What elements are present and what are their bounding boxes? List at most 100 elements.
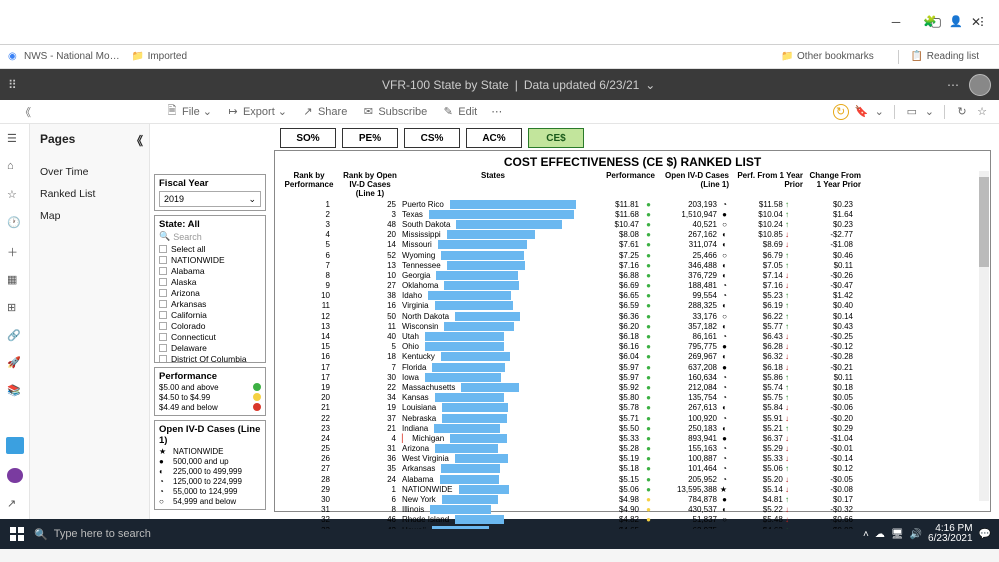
star-icon[interactable]: ☆ bbox=[975, 105, 989, 119]
table-row[interactable]: 1730Iowa$5.97●160,634◔$5.86 ↑$0.11 bbox=[277, 372, 988, 382]
dash-icon[interactable]: ▭ bbox=[905, 105, 919, 119]
hamburger-icon[interactable]: ☰ bbox=[7, 132, 22, 146]
page-nav-item[interactable]: Map bbox=[40, 205, 149, 227]
table-row[interactable]: 291NATIONWIDE$5.06●13,595,388★$5.14 ↓-$0… bbox=[277, 484, 988, 494]
table-row[interactable]: 1311Wisconsin$6.20●357,182◐$5.77 ↑$0.43 bbox=[277, 321, 988, 331]
metric-tab-ac[interactable]: AC% bbox=[466, 128, 522, 148]
state-checkbox-row[interactable]: NATIONWIDE bbox=[159, 254, 261, 265]
taskbar-search[interactable]: 🔍Type here to search bbox=[34, 528, 204, 541]
expand-icon[interactable]: ↗ bbox=[7, 497, 22, 511]
toolbar-file[interactable]: 🗎File⌄ bbox=[165, 105, 212, 119]
more-vert-icon[interactable]: ⋮ bbox=[973, 12, 991, 30]
page-nav-item[interactable]: Over Time bbox=[40, 161, 149, 183]
tray-volume-icon[interactable]: 🔊 bbox=[910, 529, 922, 540]
metric-tab-pe[interactable]: PE% bbox=[342, 128, 398, 148]
apps-icon[interactable]: ⊞ bbox=[7, 301, 22, 315]
table-row[interactable]: 177Florida$5.97●637,208●$6.18 ↓-$0.21 bbox=[277, 362, 988, 372]
metric-tab-so[interactable]: SO% bbox=[280, 128, 336, 148]
table-row[interactable]: 420Mississippi$8.08●267,162◐$10.85 ↓-$2.… bbox=[277, 230, 988, 240]
table-row[interactable]: 2237Nebraska$5.71●100,920◔$5.91 ↓-$0.20 bbox=[277, 413, 988, 423]
table-row[interactable]: 514Missouri$7.61●311,074◐$8.69 ↓-$1.08 bbox=[277, 240, 988, 250]
table-row[interactable]: 652Wyoming$7.25●25,466○$6.79 ↑$0.46 bbox=[277, 250, 988, 260]
profile-avatar-icon[interactable]: 👤 bbox=[947, 12, 965, 30]
toolbar-share[interactable]: ↗Share bbox=[301, 105, 347, 119]
add-icon[interactable]: ＋ bbox=[7, 244, 22, 259]
table-row[interactable]: 244▏Michigan$5.33●893,941●$6.37 ↓-$1.04 bbox=[277, 433, 988, 443]
metric-tab-ce[interactable]: CE$ bbox=[528, 128, 584, 148]
notifications-icon[interactable]: 💬 bbox=[979, 529, 991, 540]
start-button[interactable] bbox=[0, 527, 34, 541]
tray-cloud-icon[interactable]: ☁ bbox=[875, 529, 885, 540]
bookmark-reading-list[interactable]: 📋 Reading list bbox=[911, 50, 979, 64]
state-checkbox-row[interactable]: Select all bbox=[159, 243, 261, 254]
chevron-down-icon[interactable]: ⌄ bbox=[875, 105, 884, 118]
table-row[interactable]: 2034Kansas$5.80●135,754◔$5.75 ↑$0.05 bbox=[277, 393, 988, 403]
bookmark-other[interactable]: 📁 Other bookmarks bbox=[781, 50, 874, 64]
table-row[interactable]: 1440Utah$6.18●86,161◔$6.43 ↓-$0.25 bbox=[277, 331, 988, 341]
table-row[interactable]: 3246Rhode Island$4.82●51,837○$5.48 ↓-$0.… bbox=[277, 515, 988, 525]
page-nav-item[interactable]: Ranked List bbox=[40, 183, 149, 205]
toolbar-export[interactable]: ↦Export⌄ bbox=[226, 105, 287, 119]
table-row[interactable]: 810Georgia$6.88●376,729◐$7.14 ↓-$0.26 bbox=[277, 270, 988, 280]
vertical-scrollbar[interactable] bbox=[979, 171, 989, 501]
workspace-icon[interactable] bbox=[6, 437, 24, 454]
metric-tab-cs[interactable]: CS% bbox=[404, 128, 460, 148]
state-search-input[interactable]: 🔍Search bbox=[159, 230, 261, 243]
rocket-icon[interactable]: 🚀 bbox=[7, 356, 22, 370]
collapse-pages-icon[interactable]: 《 bbox=[131, 132, 143, 149]
chevron-down-icon[interactable]: ⌄ bbox=[925, 105, 934, 118]
table-row[interactable]: 1116Virginia$6.59●288,325◐$6.19 ↑$0.40 bbox=[277, 301, 988, 311]
pages-collapse-icon[interactable]: 《 bbox=[20, 104, 31, 120]
share-alt-icon[interactable]: 🔗 bbox=[7, 329, 22, 343]
bookmark-icon[interactable]: 🔖 bbox=[855, 105, 869, 119]
toolbar-more[interactable]: ⋯ bbox=[491, 105, 502, 118]
tray-network-icon[interactable]: 🖥 bbox=[891, 529, 904, 540]
table-row[interactable]: 1038Idaho$6.65●99,554◔$5.23 ↑$1.42 bbox=[277, 291, 988, 301]
waffle-drag-icon[interactable]: ⠿ bbox=[8, 78, 22, 92]
table-row[interactable]: 2531Arizona$5.28●155,163◔$5.29 ↓-$0.01 bbox=[277, 444, 988, 454]
table-row[interactable]: 155Ohio$6.16●795,775●$6.28 ↓-$0.12 bbox=[277, 342, 988, 352]
table-row[interactable]: 125Puerto Rico$11.81●203,193◔$11.58 ↑$0.… bbox=[277, 199, 988, 209]
state-checkbox-row[interactable]: Colorado bbox=[159, 320, 261, 331]
table-row[interactable]: 1250North Dakota$6.36●33,176○$6.22 ↑$0.1… bbox=[277, 311, 988, 321]
table-row[interactable]: 1922Massachusetts$5.92●212,084◔$5.74 ↑$0… bbox=[277, 382, 988, 392]
home-icon[interactable]: ⌂ bbox=[7, 160, 22, 174]
table-row[interactable]: 713Tennessee$7.16●346,488◐$7.05 ↑$0.11 bbox=[277, 260, 988, 270]
toolbar-subscribe[interactable]: ✉Subscribe bbox=[361, 105, 427, 119]
state-checkbox-row[interactable]: California bbox=[159, 309, 261, 320]
state-checkbox-row[interactable]: Arkansas bbox=[159, 298, 261, 309]
recent-icon[interactable]: 🕐 bbox=[7, 216, 22, 230]
bookmark-nws[interactable]: ◉ NWS - National Mo… bbox=[8, 51, 120, 63]
state-checkbox-row[interactable]: District Of Columbia bbox=[159, 353, 261, 363]
state-checkbox-row[interactable]: Alabama bbox=[159, 265, 261, 276]
table-row[interactable]: 23Texas$11.68●1,510,947●$10.04 ↑$1.64 bbox=[277, 209, 988, 219]
workspace2-icon[interactable] bbox=[7, 468, 23, 483]
refresh-icon[interactable]: ↻ bbox=[955, 105, 969, 119]
table-row[interactable]: 318Illinois$4.90●430,537◐$5.22 ↓-$0.32 bbox=[277, 505, 988, 515]
tray-chevron-up-icon[interactable]: ˄ bbox=[863, 529, 869, 540]
state-checkbox-row[interactable]: Arizona bbox=[159, 287, 261, 298]
table-row[interactable]: 306New York$4.98●784,878●$4.81 ↑$0.17 bbox=[277, 494, 988, 504]
reset-icon[interactable]: ↻ bbox=[833, 104, 849, 120]
table-row[interactable]: 1618Kentucky$6.04●269,967◐$6.32 ↓-$0.28 bbox=[277, 352, 988, 362]
fy-dropdown[interactable]: 2019 ⌄ bbox=[159, 191, 261, 207]
table-row[interactable]: 927Oklahoma$6.69●188,481◔$7.16 ↓-$0.47 bbox=[277, 281, 988, 291]
table-row[interactable]: 2824Alabama$5.15●205,952◔$5.20 ↓-$0.05 bbox=[277, 474, 988, 484]
table-row[interactable]: 2119Louisiana$5.78●267,613◐$5.84 ↓-$0.06 bbox=[277, 403, 988, 413]
favorite-icon[interactable]: ☆ bbox=[7, 188, 22, 202]
library-icon[interactable]: 📚 bbox=[7, 384, 22, 398]
state-checkbox-row[interactable]: Alaska bbox=[159, 276, 261, 287]
profile-avatar[interactable] bbox=[969, 74, 991, 96]
table-row[interactable]: 3342Hawaii$4.65●62,975◔$4.63 ↑$0.02 bbox=[277, 525, 988, 529]
table-body[interactable]: 125Puerto Rico$11.81●203,193◔$11.58 ↑$0.… bbox=[277, 199, 988, 529]
state-checkbox-row[interactable]: Connecticut bbox=[159, 331, 261, 342]
toolbar-edit[interactable]: ✎Edit bbox=[441, 105, 477, 119]
table-row[interactable]: 348South Dakota$10.47●40,521○$10.24 ↑$0.… bbox=[277, 219, 988, 229]
state-checkbox-row[interactable]: Delaware bbox=[159, 342, 261, 353]
window-minimize-icon[interactable]: ─ bbox=[881, 10, 911, 34]
grid-icon[interactable]: ▦ bbox=[7, 273, 22, 287]
extension-puzzle-icon[interactable]: 🧩 bbox=[921, 12, 939, 30]
table-row[interactable]: 2321Indiana$5.50●250,183◐$5.21 ↑$0.29 bbox=[277, 423, 988, 433]
table-row[interactable]: 2636West Virginia$5.19●100,887◔$5.33 ↓-$… bbox=[277, 454, 988, 464]
table-row[interactable]: 2735Arkansas$5.18●101,464◔$5.06 ↑$0.12 bbox=[277, 464, 988, 474]
